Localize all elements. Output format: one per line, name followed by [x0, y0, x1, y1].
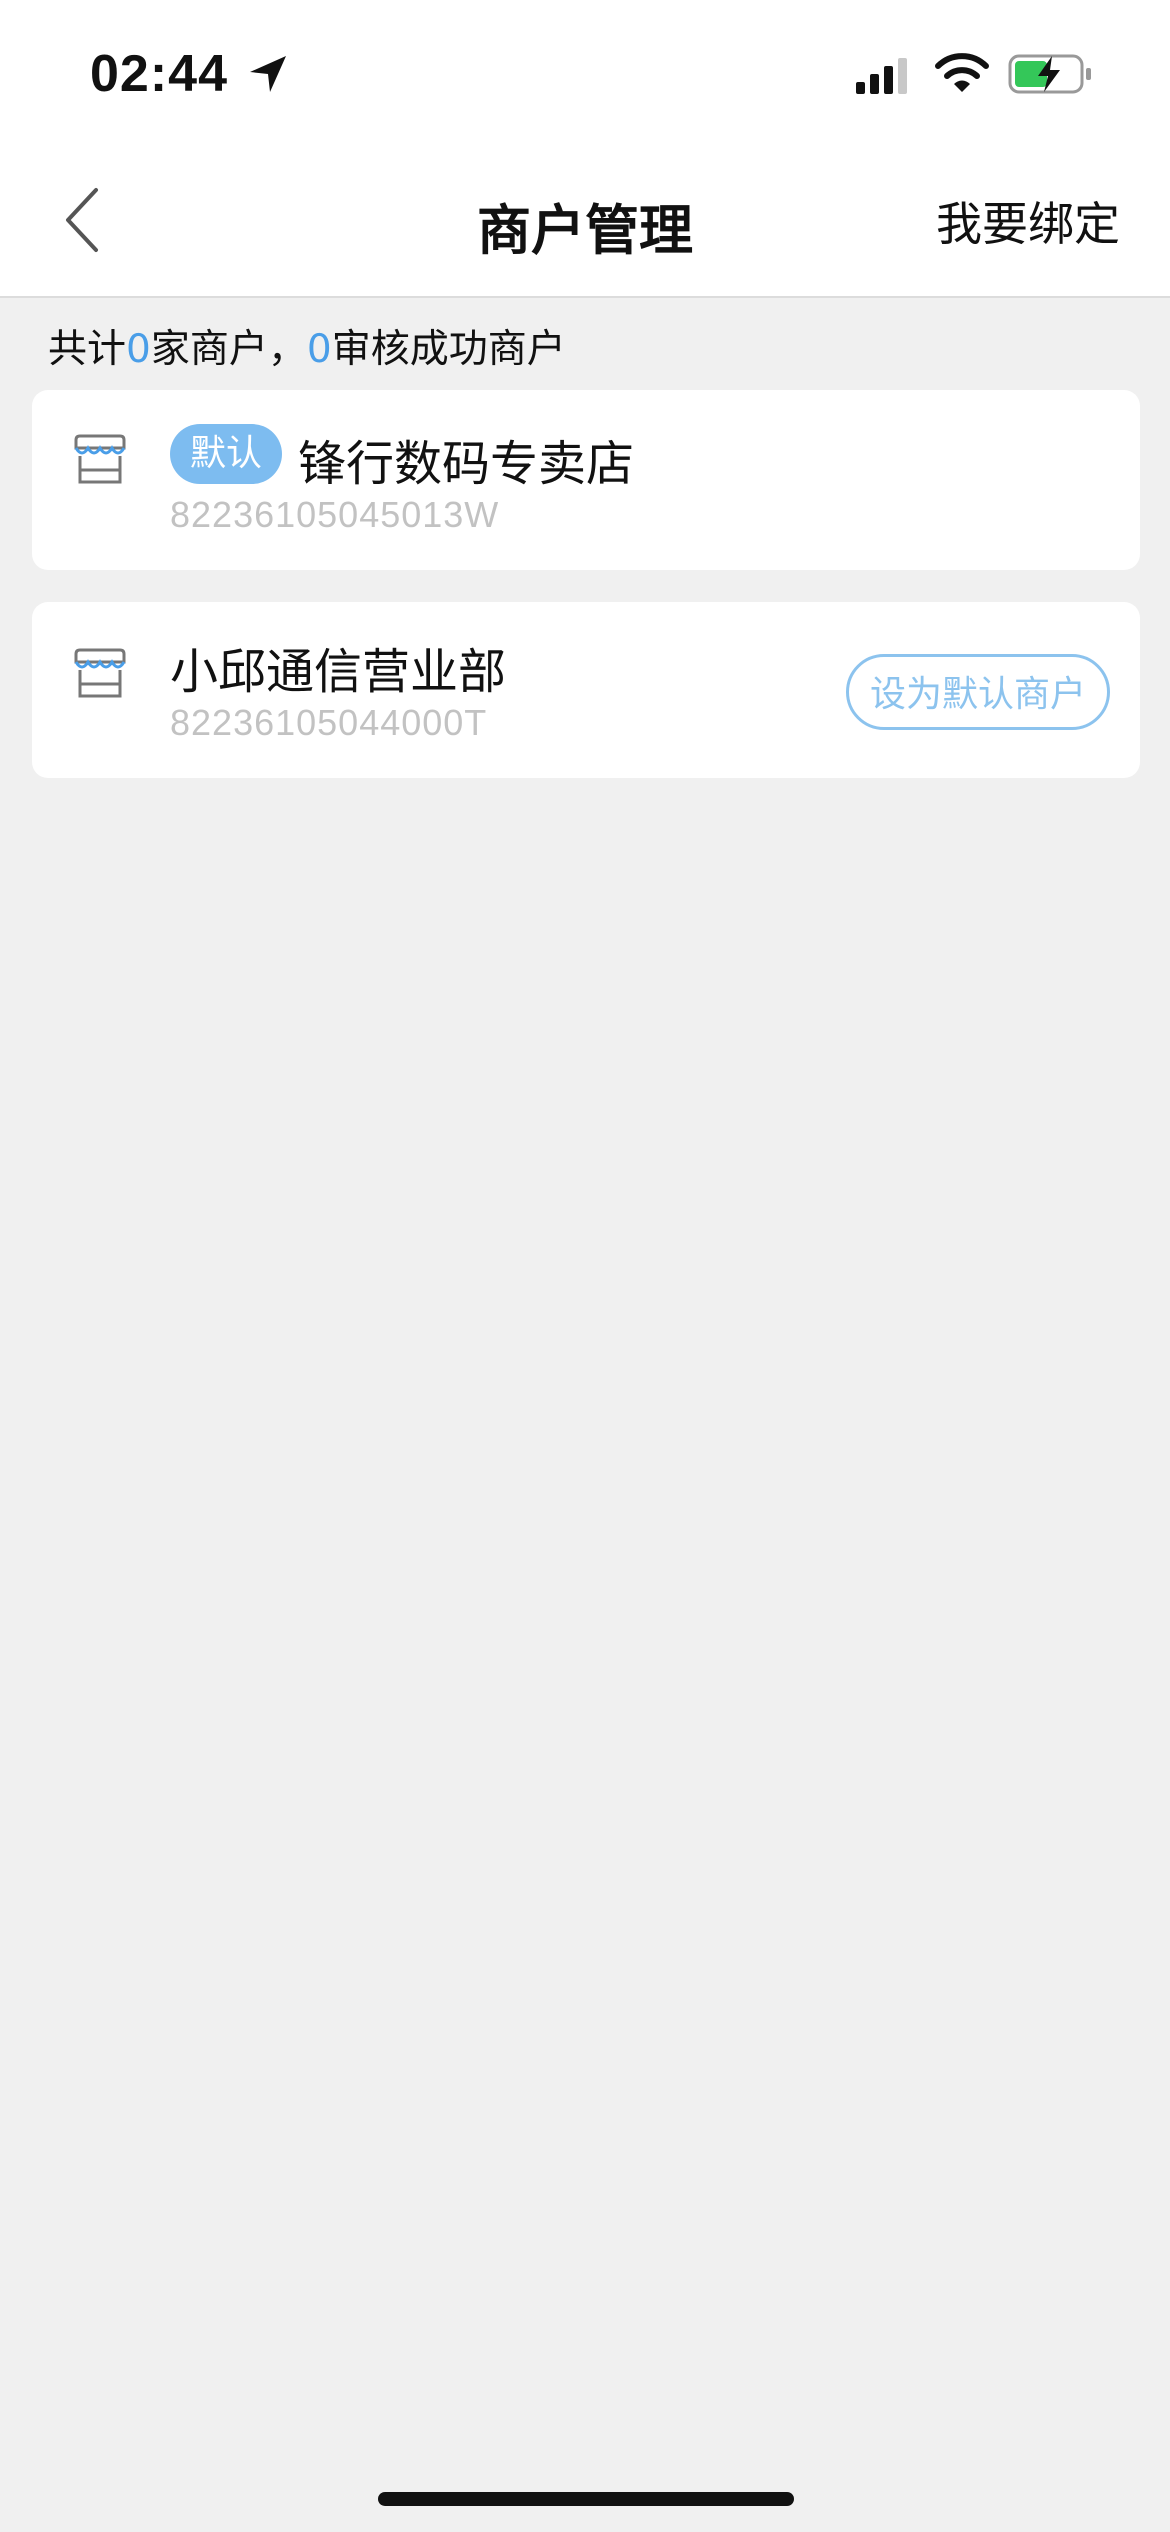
merchant-card-default[interactable]: 默认 锋行数码专卖店 82236105045013W [32, 390, 1140, 570]
status-time: 02:44 [90, 45, 228, 103]
store-icon [74, 648, 126, 698]
battery-charging-icon [1008, 54, 1091, 94]
merchant-id: 82236105045013W [170, 494, 500, 535]
status-bar: 02:44 [0, 0, 1170, 150]
store-icon [74, 434, 126, 484]
merchant-card[interactable]: 小邱通信营业部 82236105044000T 设为默认商户 [32, 602, 1140, 778]
summary-prefix: 共计 [48, 327, 127, 372]
location-arrow-icon [250, 56, 286, 92]
summary-middle: 家商户， [150, 327, 307, 372]
merchant-name: 小邱通信营业部 [170, 644, 507, 700]
wifi-icon [935, 53, 989, 92]
cellular-signal-icon [856, 58, 907, 94]
approved-count: 0 [306, 327, 332, 372]
set-default-merchant-button[interactable]: 设为默认商户 [846, 654, 1110, 730]
merchant-summary: 共计0家商户，0审核成功商户 [48, 318, 566, 374]
merchant-count: 0 [126, 327, 151, 372]
default-badge: 默认 [170, 424, 282, 484]
summary-suffix: 审核成功商户 [331, 327, 566, 372]
home-indicator[interactable] [378, 2492, 794, 2506]
nav-bar: 商户管理 我要绑定 [0, 150, 1170, 298]
merchant-name: 锋行数码专卖店 [298, 436, 635, 492]
bind-merchant-button[interactable]: 我要绑定 [936, 188, 1120, 254]
merchant-id: 82236105044000T [170, 702, 488, 743]
